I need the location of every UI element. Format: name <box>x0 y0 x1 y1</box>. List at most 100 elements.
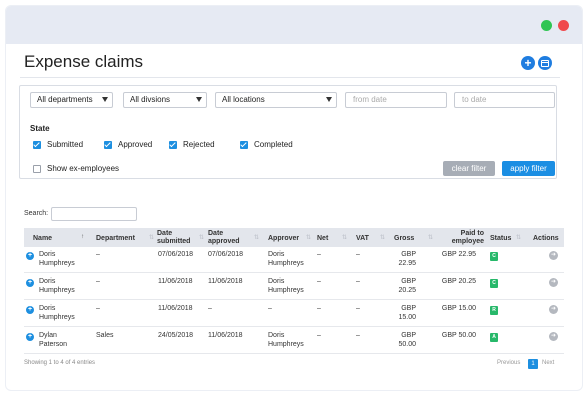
sort-asc-icon: ↑ <box>81 234 84 240</box>
cell-net: – <box>317 305 321 312</box>
pagination-previous[interactable]: Previous <box>497 360 520 366</box>
cell-date-submitted: 11/06/2018 <box>158 278 193 285</box>
plus-icon: + <box>524 56 532 70</box>
title-bar <box>6 6 582 44</box>
cell-gross: GBP 50.00 <box>398 332 416 348</box>
status-badge: A <box>490 333 498 342</box>
sort-icon: ⇅ <box>342 235 348 241</box>
cell-name: Dylan Paterson <box>39 332 68 348</box>
cell-department: – <box>96 278 100 285</box>
status-badge: C <box>490 252 498 261</box>
location-select[interactable]: All locations <box>215 92 337 108</box>
cell-date-approved: 11/06/2018 <box>208 332 243 339</box>
completed-label: Completed <box>254 140 293 149</box>
status-badge: C <box>490 279 498 288</box>
arrow-right-icon[interactable]: ➜ <box>549 278 558 287</box>
cell-date-submitted: 11/06/2018 <box>158 305 193 312</box>
from-date-placeholder: from date <box>353 95 387 104</box>
sort-icon: ⇅ <box>199 235 205 241</box>
cell-date-submitted: 24/05/2018 <box>158 332 194 339</box>
department-select[interactable]: All departments <box>30 92 113 108</box>
department-select-value: All departments <box>37 95 93 104</box>
cell-net: – <box>317 251 321 258</box>
chevron-down-icon <box>196 97 202 102</box>
expand-row-icon[interactable]: + <box>26 279 34 287</box>
arrow-right-icon[interactable]: ➜ <box>549 332 558 341</box>
apply-filter-button[interactable]: apply filter <box>502 161 555 176</box>
cell-approver: Doris Humphreys <box>268 251 304 267</box>
page-title: Expense claims <box>24 52 144 71</box>
chevron-down-icon <box>326 97 332 102</box>
cell-name: Doris Humphreys <box>39 278 75 294</box>
cell-date-approved: 11/06/2018 <box>208 278 243 285</box>
cell-vat: – <box>356 305 360 312</box>
maximize-button[interactable] <box>541 20 552 31</box>
table-row[interactable]: + Dylan Paterson Sales 24/05/2018 11/06/… <box>24 328 564 354</box>
clear-filter-button[interactable]: clear filter <box>443 161 495 176</box>
cell-name: Doris Humphreys <box>39 251 75 267</box>
arrow-right-icon[interactable]: ➜ <box>549 305 558 314</box>
header-vat[interactable]: VAT <box>356 235 369 243</box>
header-name[interactable]: Name <box>33 235 52 243</box>
approved-checkbox[interactable] <box>104 141 112 149</box>
division-select-value: All divsions <box>130 95 171 104</box>
cell-gross: GBP 20.25 <box>398 278 416 294</box>
submitted-checkbox[interactable] <box>33 141 41 149</box>
arrow-right-icon[interactable]: ➜ <box>549 251 558 260</box>
add-claim-button[interactable]: + <box>521 56 535 70</box>
cell-approver: Doris Humphreys <box>268 332 304 348</box>
table-row[interactable]: + Doris Humphreys – 11/06/2018 – – – – G… <box>24 301 564 327</box>
sort-icon: ⇅ <box>149 235 155 241</box>
cell-vat: – <box>356 251 360 258</box>
calendar-icon <box>541 60 549 67</box>
from-date-field[interactable]: from date <box>345 92 447 108</box>
rejected-checkbox[interactable] <box>169 141 177 149</box>
cell-paid: GBP 15.00 <box>441 305 476 312</box>
close-button[interactable] <box>558 20 569 31</box>
search-input[interactable] <box>51 207 137 221</box>
table-info: Showing 1 to 4 of 4 entries <box>24 360 96 366</box>
table-row[interactable]: + Doris Humphreys – 07/06/2018 07/06/201… <box>24 247 564 273</box>
header-actions: Actions <box>533 235 559 242</box>
cell-paid: GBP 22.95 <box>441 251 476 258</box>
cell-approver: – <box>268 305 272 312</box>
to-date-field[interactable]: to date <box>454 92 555 108</box>
table-header: Name ↑ Department ⇅ Date submitted ⇅ Dat… <box>24 228 564 247</box>
title-divider <box>20 77 560 78</box>
expand-row-icon[interactable]: + <box>26 252 34 260</box>
cell-date-submitted: 07/06/2018 <box>158 251 194 258</box>
show-ex-employees-checkbox[interactable] <box>33 165 41 173</box>
table-row[interactable]: + Doris Humphreys – 11/06/2018 11/06/201… <box>24 274 564 300</box>
completed-checkbox[interactable] <box>240 141 248 149</box>
header-approver[interactable]: Approver <box>268 235 299 243</box>
cell-vat: – <box>356 332 360 339</box>
header-department[interactable]: Department <box>96 235 135 243</box>
expand-row-icon[interactable]: + <box>26 333 34 341</box>
cell-gross: GBP 22.95 <box>398 251 416 267</box>
show-ex-employees-label: Show ex-employees <box>47 164 120 173</box>
cell-department: – <box>96 251 100 258</box>
header-status[interactable]: Status <box>490 235 511 243</box>
division-select[interactable]: All divsions <box>123 92 207 108</box>
sort-icon: ⇅ <box>254 235 260 241</box>
location-select-value: All locations <box>222 95 265 104</box>
header-paid-to-employee[interactable]: Paid to employee <box>444 230 484 246</box>
pagination-next[interactable]: Next <box>542 360 554 366</box>
sort-icon: ⇅ <box>428 235 434 241</box>
approved-label: Approved <box>118 140 153 149</box>
calendar-button[interactable] <box>538 56 552 70</box>
cell-vat: – <box>356 278 360 285</box>
expand-row-icon[interactable]: + <box>26 306 34 314</box>
header-gross[interactable]: Gross <box>394 235 414 243</box>
header-date-submitted[interactable]: Date submitted <box>157 230 195 246</box>
cell-date-approved: 07/06/2018 <box>208 251 244 258</box>
cell-net: – <box>317 278 321 285</box>
pagination-current-page[interactable]: 1 <box>528 359 538 369</box>
header-net[interactable]: Net <box>317 235 328 243</box>
filter-panel: All departments All divsions All locatio… <box>19 85 557 179</box>
chevron-down-icon <box>102 97 108 102</box>
cell-gross: GBP 15.00 <box>398 305 416 321</box>
header-date-approved[interactable]: Date approved <box>208 230 246 246</box>
cell-paid: GBP 20.25 <box>441 278 476 285</box>
cell-approver: Doris Humphreys <box>268 278 304 294</box>
